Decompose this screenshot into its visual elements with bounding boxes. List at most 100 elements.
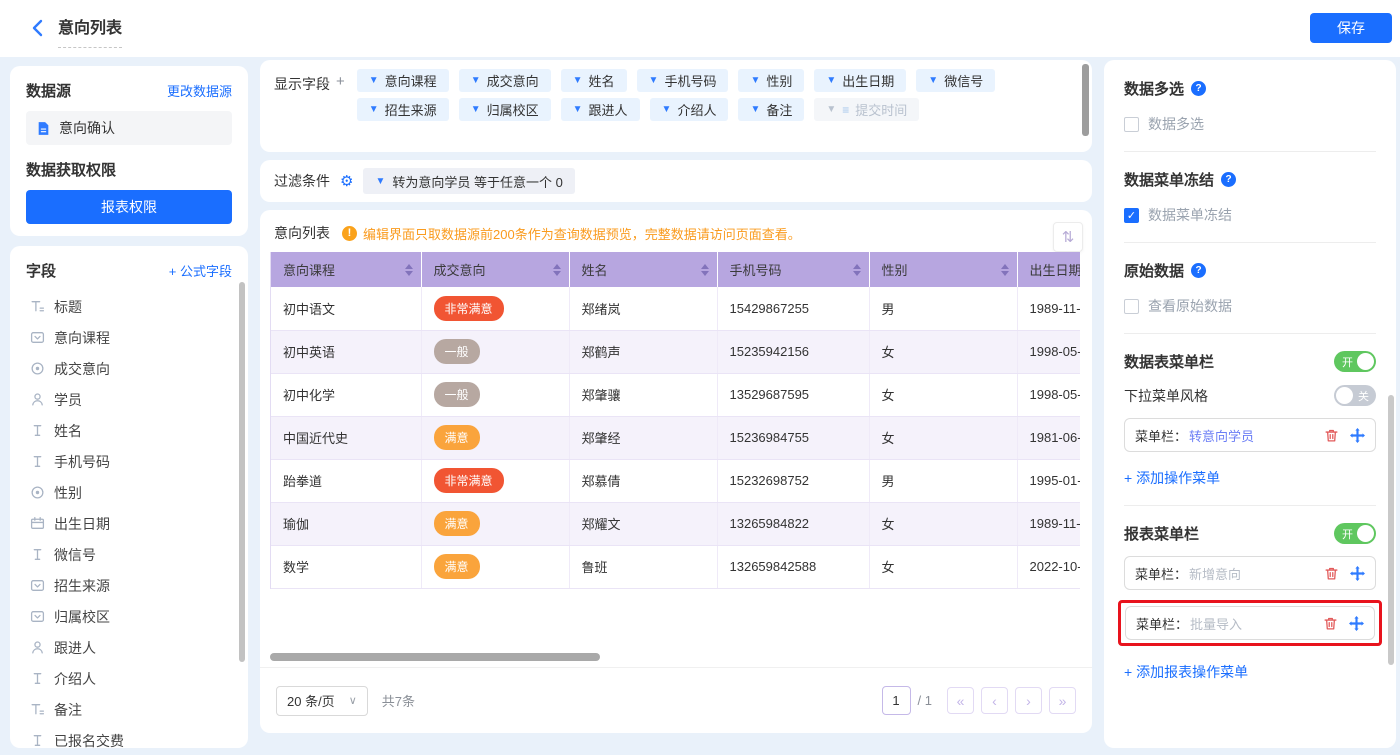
display-field-tag[interactable]: ▼招生来源 bbox=[357, 98, 449, 121]
cell-intent: 满意 bbox=[421, 545, 569, 588]
field-item[interactable]: 意向课程 bbox=[26, 322, 232, 353]
field-item[interactable]: 姓名 bbox=[26, 415, 232, 446]
raw-data-checkbox-row[interactable]: 查看原始数据 bbox=[1124, 296, 1376, 316]
multi-select-checkbox-row[interactable]: 数据多选 bbox=[1124, 114, 1376, 134]
trash-icon[interactable] bbox=[1324, 428, 1339, 443]
next-page-button[interactable]: › bbox=[1015, 687, 1042, 714]
report-menu-toggle[interactable]: 开 bbox=[1334, 523, 1376, 544]
display-field-tag[interactable]: ▼ 性别 bbox=[738, 69, 804, 92]
sort-arrows-icon[interactable] bbox=[405, 264, 413, 276]
help-icon[interactable]: ? bbox=[1191, 81, 1206, 96]
field-item[interactable]: 性别 bbox=[26, 477, 232, 508]
checkbox-checked-icon[interactable]: ✓ bbox=[1124, 208, 1139, 223]
chevron-down-icon: ▼ bbox=[750, 75, 760, 86]
chevron-down-icon: ▼ bbox=[471, 75, 481, 86]
column-label: 手机号码 bbox=[730, 263, 782, 278]
first-page-button[interactable]: « bbox=[947, 687, 974, 714]
field-item[interactable]: 已报名交费 bbox=[26, 725, 232, 748]
field-item[interactable]: 归属校区 bbox=[26, 601, 232, 632]
fields-scrollbar[interactable] bbox=[239, 282, 245, 662]
move-icon[interactable] bbox=[1350, 566, 1365, 581]
checkbox-unchecked-icon[interactable] bbox=[1124, 117, 1139, 132]
back-chevron-icon[interactable] bbox=[28, 17, 50, 39]
cell-gender: 女 bbox=[869, 373, 1017, 416]
display-field-tag[interactable]: ▼归属校区 bbox=[459, 98, 551, 121]
checkbox-unchecked-icon[interactable] bbox=[1124, 299, 1139, 314]
cell-gender: 男 bbox=[869, 287, 1017, 330]
column-header[interactable]: 性别 bbox=[869, 252, 1017, 287]
table-row[interactable]: 初中英语一般郑鹤声15235942156女1998-05- bbox=[271, 330, 1080, 373]
tag-label: 性别 bbox=[766, 71, 792, 90]
text-icon bbox=[30, 454, 45, 469]
display-field-tag[interactable]: ▼姓名 bbox=[561, 69, 627, 92]
table-menu-toggle[interactable]: 开 bbox=[1334, 351, 1376, 372]
column-header[interactable]: 出生日期 bbox=[1017, 252, 1080, 287]
menu-bar-item[interactable]: 菜单栏：新增意向 bbox=[1124, 556, 1376, 590]
help-icon[interactable]: ? bbox=[1221, 172, 1236, 187]
table-row[interactable]: 初中化学一般郑肇骧13529687595女1998-05- bbox=[271, 373, 1080, 416]
field-item[interactable]: 成交意向 bbox=[26, 353, 232, 384]
field-item[interactable]: 出生日期 bbox=[26, 508, 232, 539]
trash-icon[interactable] bbox=[1323, 616, 1338, 631]
help-icon[interactable]: ? bbox=[1191, 263, 1206, 278]
move-icon[interactable] bbox=[1350, 428, 1365, 443]
sort-arrows-icon[interactable] bbox=[853, 264, 861, 276]
field-item[interactable]: 招生来源 bbox=[26, 570, 232, 601]
display-field-tag[interactable]: ▼出生日期 bbox=[814, 69, 906, 92]
dropdown-style-toggle[interactable]: 关 bbox=[1334, 385, 1376, 406]
field-item[interactable]: 微信号 bbox=[26, 539, 232, 570]
add-report-menu-link[interactable]: + 添加报表操作菜单 bbox=[1124, 662, 1248, 682]
horizontal-scrollbar[interactable] bbox=[270, 653, 600, 661]
page-size-select[interactable]: 20 条/页 ∨ bbox=[276, 686, 368, 716]
menu-bar-item[interactable]: 菜单栏：转意向学员 bbox=[1124, 418, 1376, 452]
field-item[interactable]: 介绍人 bbox=[26, 663, 232, 694]
display-field-tag[interactable]: ▼≡提交时间 bbox=[814, 98, 919, 121]
table-row[interactable]: 数学满意鲁班132659842588女2022-10- bbox=[271, 545, 1080, 588]
sort-arrows-icon[interactable] bbox=[701, 264, 709, 276]
chevron-down-icon: ▼ bbox=[826, 104, 836, 115]
table-row[interactable]: 跆拳道非常满意郑慕倩15232698752男1995-01- bbox=[271, 459, 1080, 502]
trash-icon[interactable] bbox=[1324, 566, 1339, 581]
display-field-tag[interactable]: ▼跟进人 bbox=[561, 98, 640, 121]
column-header[interactable]: 手机号码 bbox=[717, 252, 869, 287]
sort-arrows-icon[interactable] bbox=[553, 264, 561, 276]
add-operation-menu-link[interactable]: + 添加操作菜单 bbox=[1124, 468, 1220, 488]
chevron-down-icon: ∨ bbox=[349, 694, 357, 707]
field-item[interactable]: 备注 bbox=[26, 694, 232, 725]
page-number-input[interactable]: 1 bbox=[882, 686, 911, 715]
table-row[interactable]: 初中语文非常满意郑绪岚15429867255男1989-11- bbox=[271, 287, 1080, 330]
field-item[interactable]: 手机号码 bbox=[26, 446, 232, 477]
prev-page-button[interactable]: ‹ bbox=[981, 687, 1008, 714]
add-formula-field-link[interactable]: + 公式字段 bbox=[169, 261, 232, 280]
field-item[interactable]: 学员 bbox=[26, 384, 232, 415]
last-page-button[interactable]: » bbox=[1049, 687, 1076, 714]
display-field-tag[interactable]: ▼成交意向 bbox=[459, 69, 551, 92]
sort-tool-button[interactable]: ⇅ bbox=[1053, 222, 1083, 252]
display-field-tag[interactable]: ▼介绍人 bbox=[650, 98, 729, 121]
display-field-tag[interactable]: ▼手机号码 bbox=[637, 69, 729, 92]
add-display-field-button[interactable]: + bbox=[336, 73, 345, 90]
display-field-tag[interactable]: ▼微信号 bbox=[916, 69, 995, 92]
table-row[interactable]: 中国近代史满意郑肇经15236984755女1981-06- bbox=[271, 416, 1080, 459]
column-header[interactable]: 姓名 bbox=[569, 252, 717, 287]
table-row[interactable]: 瑜伽满意郑耀文13265984822女1989-11- bbox=[271, 502, 1080, 545]
move-icon[interactable] bbox=[1349, 616, 1364, 631]
column-header[interactable]: 意向课程 bbox=[271, 252, 421, 287]
save-button[interactable]: 保存 bbox=[1310, 13, 1392, 43]
display-field-tag[interactable]: ▼意向课程 bbox=[357, 69, 449, 92]
settings-scrollbar[interactable] bbox=[1388, 395, 1394, 665]
table-title: 意向列表 bbox=[274, 223, 330, 243]
report-permission-button[interactable]: 报表权限 bbox=[26, 190, 232, 224]
sort-arrows-icon[interactable] bbox=[1001, 264, 1009, 276]
menu-freeze-checkbox-row[interactable]: ✓ 数据菜单冻结 bbox=[1124, 205, 1376, 225]
display-field-tag[interactable]: ▼备注 bbox=[738, 98, 804, 121]
filter-condition-tag[interactable]: ▼ 转为意向学员 等于任意一个 0 bbox=[363, 168, 574, 194]
gear-icon[interactable]: ⚙ bbox=[340, 174, 353, 189]
column-header[interactable]: 成交意向 bbox=[421, 252, 569, 287]
datasource-item[interactable]: 意向确认 bbox=[26, 111, 232, 145]
field-item[interactable]: 跟进人 bbox=[26, 632, 232, 663]
display-fields-scrollbar[interactable] bbox=[1082, 64, 1089, 136]
change-datasource-link[interactable]: 更改数据源 bbox=[167, 81, 232, 100]
field-item[interactable]: 标题 bbox=[26, 291, 232, 322]
menu-bar-item[interactable]: 菜单栏：批量导入 bbox=[1125, 606, 1375, 640]
